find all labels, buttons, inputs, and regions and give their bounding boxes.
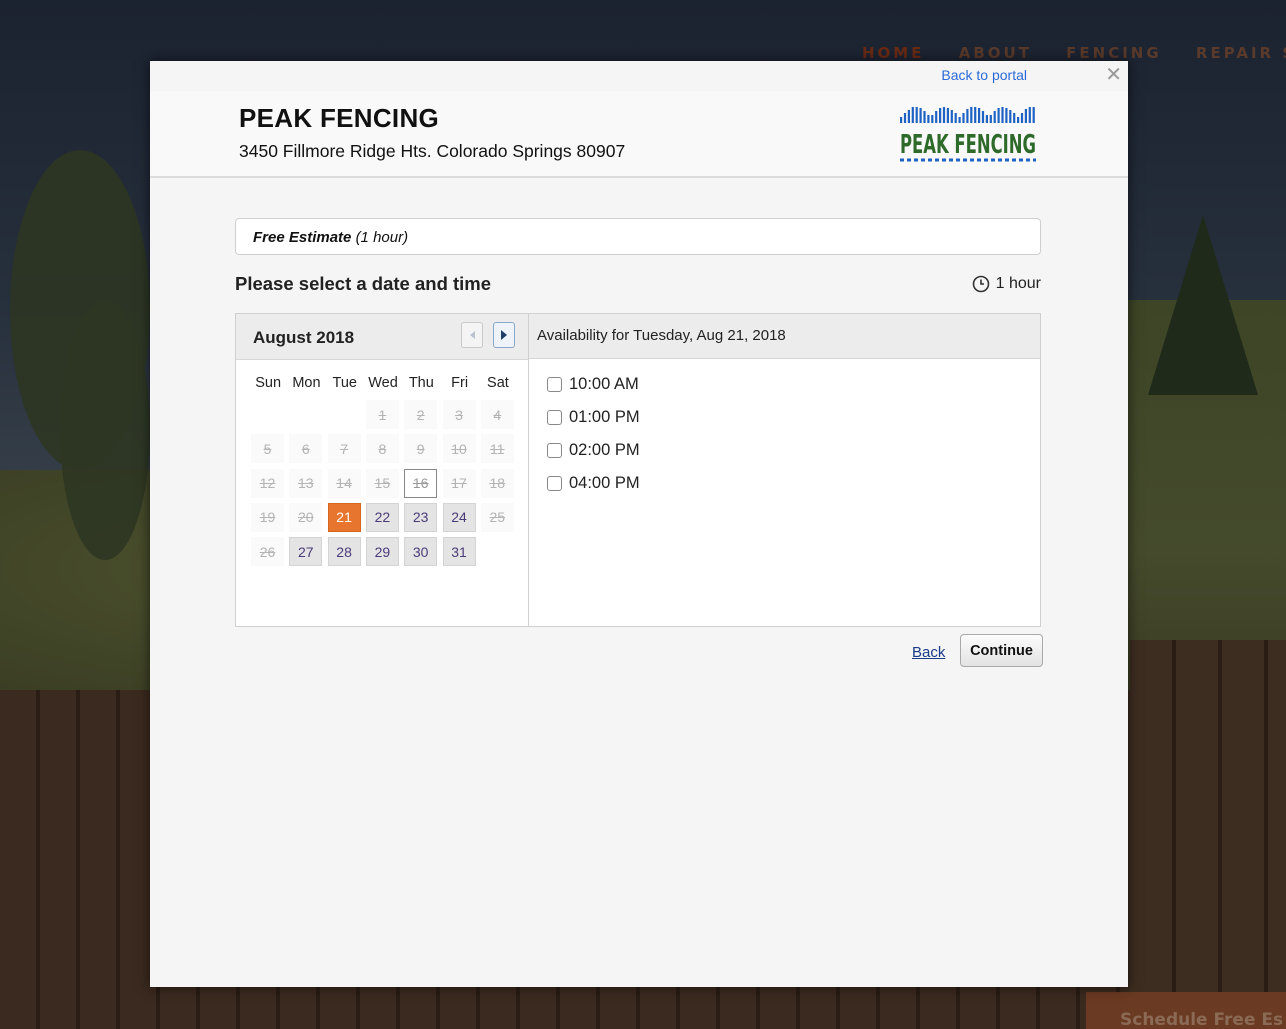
time-slot[interactable]: 10:00 AM [547,375,639,394]
calendar-day-25: 25 [480,502,514,532]
background-tree [60,300,150,560]
calendar-day-24[interactable]: 24 [442,502,476,532]
weekday-label: Fri [451,375,469,391]
calendar-day-3: 3 [442,400,476,429]
calendar-day-15: 15 [365,468,399,498]
calendar-day-28[interactable]: 28 [327,537,361,567]
close-icon[interactable]: ✕ [1105,65,1122,85]
time-slot-checkbox[interactable] [547,377,562,392]
calendar-day-13: 13 [289,468,323,498]
previous-month-button[interactable] [461,322,483,348]
weekday-header: Sun Mon Tue Wed Thu Fri Sat [249,375,517,391]
time-slot-label: 10:00 AM [569,375,639,393]
logo-text: PEAK FENCING [900,130,1036,160]
availability-title: Availability for Tuesday, Aug 21, 2018 [529,314,1040,359]
time-slot-checkbox[interactable] [547,476,562,491]
calendar-day-10: 10 [442,434,476,464]
calendar-day-17: 17 [442,468,476,498]
time-slot-label: 01:00 PM [569,408,640,426]
calendar-day-22[interactable]: 22 [365,502,399,532]
chevron-right-icon [501,330,507,340]
time-slot-label: 02:00 PM [569,441,640,459]
calendar-day-4: 4 [480,400,514,429]
calendar-header: August 2018 [236,314,528,360]
calendar-day-29[interactable]: 29 [365,537,399,567]
time-slot[interactable]: 01:00 PM [547,408,640,427]
calendar-day-19: 19 [251,502,284,532]
time-slot[interactable]: 04:00 PM [547,474,640,493]
scheduler-panel: August 2018 Sun Mon Tue Wed Thu Fri Sat 123456… [235,313,1041,627]
business-header: PEAK FENCING 3450 Fillmore Ridge Hts. Co… [150,91,1128,178]
service-duration: (1 hour) [355,229,409,246]
business-name: PEAK FENCING [239,103,440,133]
calendar-day-12: 12 [251,468,284,498]
weekday-label: Mon [292,375,321,391]
selected-service: Free Estimate (1 hour) [235,218,1041,255]
calendar-day-1: 1 [365,400,399,429]
back-link[interactable]: Back [912,644,945,661]
calendar-day-7: 7 [327,434,361,464]
background-nav: HOME ABOUT FENCING REPAIR SERVIC [862,44,1286,62]
calendar-day-6: 6 [289,434,323,464]
calendar-day-20: 20 [289,502,323,532]
select-date-heading: Please select a date and time [235,273,492,294]
nav-home[interactable]: HOME [862,44,924,62]
calendar-day-16: 16 [404,468,438,498]
calendar-day-5: 5 [251,434,284,464]
nav-repair-services[interactable]: REPAIR SERVIC [1196,44,1286,62]
continue-button[interactable]: Continue [960,634,1043,667]
time-slot-checkbox[interactable] [547,443,562,458]
month-title: August 2018 [253,328,355,347]
calendar-day-26: 26 [251,537,284,567]
next-month-button[interactable] [493,322,515,348]
calendar-day-21[interactable]: 21 [327,502,361,532]
background-pine-tree [1148,215,1258,395]
booking-modal: Back to portal ✕ PEAK FENCING 3450 Fillm… [150,61,1128,987]
time-slot-label: 04:00 PM [569,474,640,492]
service-name: Free Estimate [253,229,352,246]
business-logo: PEAK FENCING [900,107,1036,162]
business-address: 3450 Fillmore Ridge Hts. Colorado Spring… [239,141,626,161]
weekday-label: Tue [332,375,357,391]
background-fence-right [1130,640,1286,1029]
back-to-portal-link[interactable]: Back to portal [941,67,1027,83]
calendar: August 2018 Sun Mon Tue Wed Thu Fri Sat 123456… [236,314,529,626]
calendar-day-27[interactable]: 27 [289,537,323,567]
nav-about[interactable]: ABOUT [959,44,1032,62]
calendar-day-2: 2 [404,400,438,429]
duration-label: 1 hour [995,275,1041,292]
weekday-label: Thu [408,375,434,391]
calendar-day-31[interactable]: 31 [442,537,476,567]
calendar-day-8: 8 [365,434,399,464]
calendar-day-30[interactable]: 30 [404,537,438,567]
time-slot-checkbox[interactable] [547,410,562,425]
weekday-label: Wed [368,375,398,391]
calendar-day-18: 18 [480,468,514,498]
time-slot[interactable]: 02:00 PM [547,441,640,460]
duration-indicator: 1 hour [972,275,1041,293]
calendar-day-14: 14 [327,468,361,498]
chevron-left-icon [469,331,475,339]
calendar-day-9: 9 [404,434,438,464]
weekday-label: Sun [255,375,282,391]
calendar-day-11: 11 [480,434,514,464]
availability-panel: Availability for Tuesday, Aug 21, 2018 1… [529,314,1040,626]
weekday-label: Sat [487,375,509,391]
schedule-cta-button[interactable]: Schedule Free Es [1086,992,1286,1029]
clock-icon [972,275,989,293]
nav-fencing[interactable]: FENCING [1066,44,1162,62]
calendar-day-23[interactable]: 23 [404,502,438,532]
